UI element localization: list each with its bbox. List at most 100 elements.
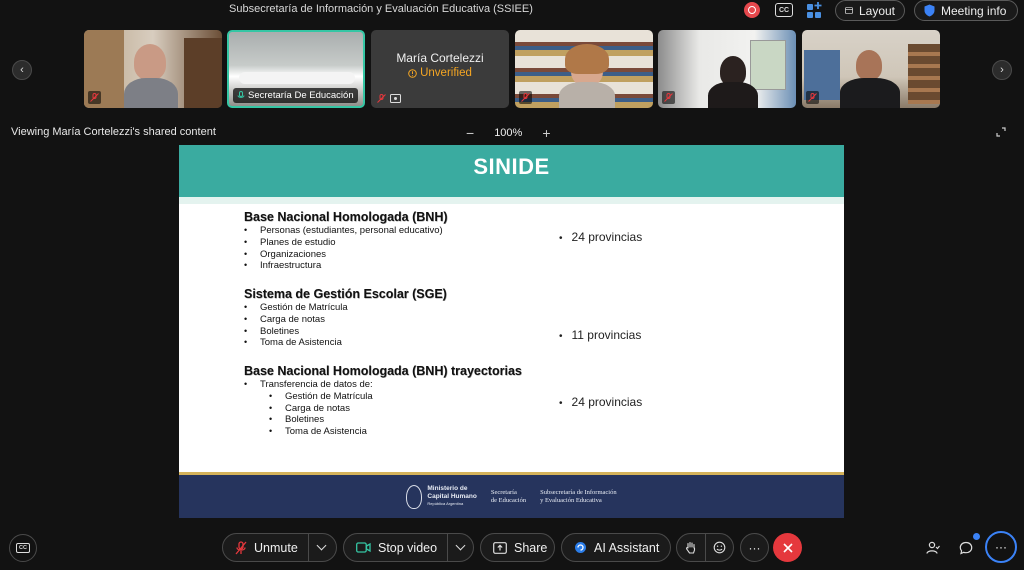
slide-section: Sistema de Gestión Escolar (SGE) Gestión…: [244, 287, 447, 349]
sub-list-item: Boletines: [244, 414, 522, 426]
muted-mic-icon: [806, 91, 819, 104]
meeting-info-label: Meeting info: [941, 3, 1007, 18]
participant-name: María Cortelezzi: [396, 51, 484, 65]
fullscreen-icon[interactable]: [996, 127, 1006, 137]
ministry-line: República Argentina: [427, 501, 464, 507]
unverified-label: Unverified: [420, 67, 472, 79]
video-options-button[interactable]: [447, 534, 473, 561]
video-camera-icon: [356, 542, 371, 553]
provinces-count: 24 provincias: [559, 395, 643, 409]
sub-list-item: Carga de notas: [244, 403, 522, 415]
list-item: Planes de estudio: [244, 237, 448, 249]
muted-mic-icon: [88, 91, 101, 104]
top-bar: Subsecretaría de Información y Evaluació…: [0, 0, 1024, 22]
more-options-button[interactable]: ···: [740, 533, 769, 562]
notification-badge: [973, 533, 980, 540]
list-item: Boletines: [244, 326, 447, 338]
unmute-button[interactable]: Unmute: [223, 534, 308, 561]
apps-icon[interactable]: [806, 1, 824, 19]
participant-hair: [565, 44, 609, 74]
participant-tile[interactable]: [515, 30, 653, 108]
zoom-level: 100%: [494, 127, 523, 139]
slide-section: Base Nacional Homologada (BNH) trayector…: [244, 364, 522, 438]
filmstrip-prev-button[interactable]: ‹: [12, 60, 32, 80]
screen-share-icon: [390, 94, 401, 103]
list-item: Transferencia de datos de:: [244, 379, 522, 391]
meeting-title: Subsecretaría de Información y Evaluació…: [229, 3, 533, 15]
wall-map: [750, 40, 786, 90]
unverified-status: Unverified: [408, 67, 472, 79]
secretaria-line: de Educación: [490, 496, 527, 504]
participant-tile-active[interactable]: Secretaría De Educación: [227, 30, 365, 108]
chevron-left-icon: ‹: [20, 64, 24, 76]
participant-tile[interactable]: [84, 30, 222, 108]
subsecretaria-line: Subsecretaría de Información: [540, 489, 617, 496]
participant-body: [840, 78, 900, 108]
meeting-info-button[interactable]: Meeting info: [914, 0, 1018, 21]
background-shelf: [184, 38, 222, 108]
layout-button[interactable]: Layout: [835, 0, 905, 21]
shield-icon: [924, 4, 935, 17]
secretaria-name: Secretaría de Educación: [491, 489, 526, 504]
participant-tile[interactable]: [658, 30, 796, 108]
ministry-logo: Ministerio de Capital Humano República A…: [406, 484, 477, 509]
layout-label: Layout: [858, 3, 895, 18]
participant-label: Secretaría De Educación: [233, 88, 358, 103]
participant-tile[interactable]: María Cortelezzi Unverified: [371, 30, 509, 108]
reactions-group: [676, 533, 734, 562]
chat-button[interactable]: [956, 538, 976, 558]
zoom-controls: − 100% +: [466, 125, 551, 141]
participants-button[interactable]: [923, 538, 943, 558]
zoom-in-button[interactable]: +: [542, 125, 550, 141]
recording-icon[interactable]: [744, 2, 760, 18]
list-item: Organizaciones: [244, 249, 448, 261]
reactions-button[interactable]: [706, 534, 734, 561]
raise-hand-button[interactable]: [677, 534, 706, 561]
chevron-down-icon: [316, 540, 327, 551]
stop-video-button[interactable]: Stop video: [344, 534, 447, 561]
leave-meeting-button[interactable]: [773, 533, 802, 562]
list-item: Gestión de Matrícula: [244, 302, 447, 314]
conference-table: [239, 72, 355, 84]
chevron-right-icon: ›: [1000, 64, 1004, 76]
shared-slide: SINIDE Base Nacional Homologada (BNH) Pe…: [179, 145, 844, 518]
list-item: Infraestructura: [244, 260, 448, 272]
list-item: Toma de Asistencia: [244, 337, 447, 349]
coat-of-arms-icon: [406, 484, 423, 509]
slide-section: Base Nacional Homologada (BNH) Personas …: [244, 210, 448, 272]
participant-tile[interactable]: [802, 30, 940, 108]
audio-options-button[interactable]: [307, 534, 334, 561]
secretaria-line: Secretaría: [490, 489, 517, 496]
zoom-out-button[interactable]: −: [466, 125, 474, 141]
subsecretaria-name: Subsecretaría de Información y Evaluació…: [540, 489, 617, 504]
provinces-count: 24 provincias: [559, 230, 643, 244]
emoji-icon: [713, 541, 726, 554]
section-heading: Sistema de Gestión Escolar (SGE): [244, 287, 447, 301]
stop-video-label: Stop video: [378, 540, 438, 555]
participant-name: Secretaría De Educación: [248, 90, 354, 101]
section-heading: Base Nacional Homologada (BNH): [244, 210, 448, 224]
captions-icon[interactable]: CC: [775, 3, 793, 17]
participant-body: [708, 82, 758, 108]
share-screen-icon: [493, 541, 507, 554]
muted-mic-icon: [377, 94, 386, 103]
more-icon: ···: [748, 540, 761, 555]
warning-circle-icon: [408, 68, 417, 78]
list-item: Carga de notas: [244, 314, 447, 326]
captions-button[interactable]: CC: [9, 534, 37, 562]
filmstrip-next-button[interactable]: ›: [992, 60, 1012, 80]
ministry-line: Capital Humano: [427, 492, 477, 500]
captions-icon: CC: [16, 543, 30, 553]
ai-assistant-inner: AI Assistant: [562, 534, 669, 561]
slide-title: SINIDE: [473, 154, 550, 179]
viewing-shared-content-label: Viewing María Cortelezzi's shared conten…: [11, 126, 216, 138]
muted-mic-icon: [235, 540, 247, 554]
share-button[interactable]: Share: [480, 533, 555, 562]
background-bookshelf: [908, 44, 940, 104]
video-button-group: Stop video: [343, 533, 474, 562]
tile-status-icons: [377, 94, 401, 103]
participant-head: [856, 50, 882, 80]
chevron-down-icon: [455, 540, 466, 551]
more-panels-button[interactable]: ···: [985, 531, 1017, 563]
ai-assistant-button[interactable]: AI Assistant: [561, 533, 671, 562]
